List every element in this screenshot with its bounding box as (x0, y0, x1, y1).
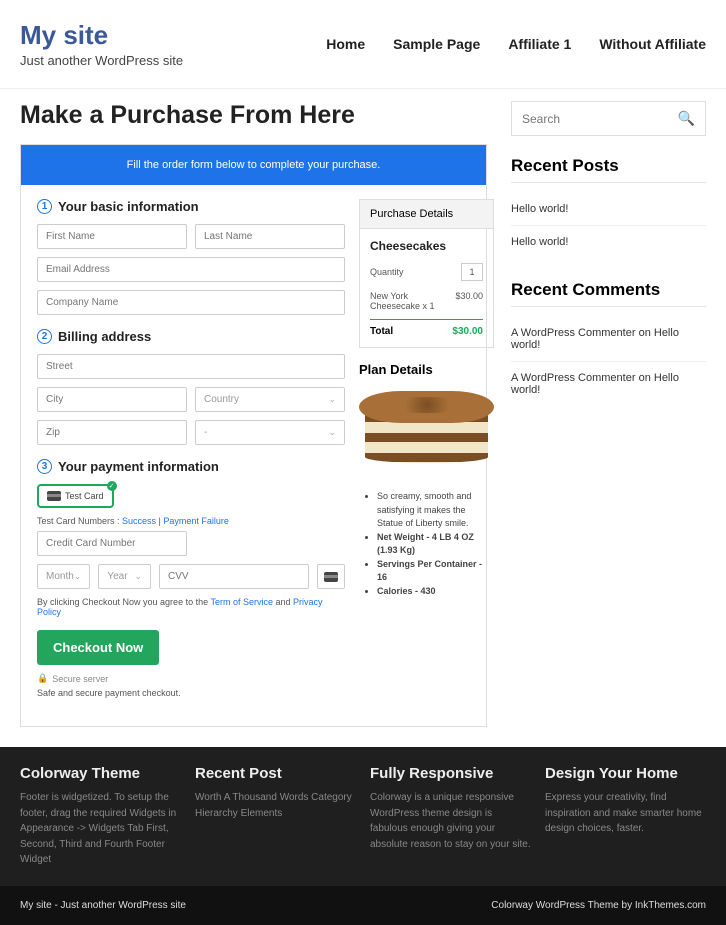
test-success-link[interactable]: Success (122, 516, 156, 526)
zip-input[interactable] (37, 420, 187, 445)
footer-widget-title: Fully Responsive (370, 765, 531, 782)
test-failure-link[interactable]: Payment Failure (163, 516, 229, 526)
recent-posts-heading: Recent Posts (511, 156, 706, 183)
recent-post-link[interactable]: Hello world! (511, 193, 706, 226)
sidebar: 🔍 Recent Posts Hello world! Hello world!… (511, 101, 706, 727)
total-label: Total (370, 326, 393, 337)
recent-comment-item: A WordPress Commenter on Hello world! (511, 362, 706, 406)
plan-bullet: So creamy, smooth and satisfying it make… (377, 490, 494, 531)
primary-nav: Home Sample Page Affiliate 1 Without Aff… (326, 36, 706, 52)
site-header: My site Just another WordPress site Home… (0, 0, 726, 89)
logo-area: My site Just another WordPress site (20, 20, 183, 68)
footer-widget-text: Colorway is a unique responsive WordPres… (370, 790, 531, 852)
page-title: Make a Purchase From Here (20, 101, 487, 130)
order-banner: Fill the order form below to complete yo… (21, 145, 486, 185)
footer-widgets: Colorway Theme Footer is widgetized. To … (0, 747, 726, 886)
credit-card-icon (47, 491, 61, 501)
order-frame: Fill the order form below to complete yo… (20, 144, 487, 727)
terms-text: By clicking Checkout Now you agree to th… (37, 597, 345, 617)
email-input[interactable] (37, 257, 345, 282)
chevron-down-icon: ⌄ (74, 571, 82, 582)
chevron-down-icon: ⌄ (328, 394, 336, 405)
chevron-down-icon: ⌄ (328, 427, 336, 438)
plan-bullet: Servings Per Container - 16 (377, 558, 494, 585)
step-basic-info: 1 Your basic information (37, 199, 345, 315)
footer-widget-text: Worth A Thousand Words Category Hierarch… (195, 790, 356, 821)
safe-payment-label: Safe and secure payment checkout. (37, 688, 345, 698)
step-billing-address: 2 Billing address Country⌄ -⌄ (37, 329, 345, 445)
line-item-name: New York Cheesecake x 1 (370, 291, 455, 311)
card-number-input[interactable] (37, 531, 187, 556)
company-input[interactable] (37, 290, 345, 315)
plan-bullets: So creamy, smooth and satisfying it make… (359, 490, 494, 598)
plan-details-title: Plan Details (359, 362, 494, 377)
line-item-price: $30.00 (455, 291, 483, 311)
search-box[interactable]: 🔍 (511, 101, 706, 136)
lock-icon: 🔒 (37, 673, 48, 684)
step-title: Your payment information (58, 459, 219, 474)
quantity-input[interactable]: 1 (461, 263, 483, 281)
plan-bullet: Net Weight - 4 LB 4 OZ (1.93 Kg) (377, 531, 494, 558)
footer-widget-text: Express your creativity, find inspiratio… (545, 790, 706, 837)
quantity-label: Quantity (370, 267, 404, 277)
step-title: Your basic information (58, 199, 199, 214)
site-tagline: Just another WordPress site (20, 53, 183, 68)
footer-right[interactable]: Colorway WordPress Theme by InkThemes.co… (491, 900, 706, 911)
footer-bar: My site - Just another WordPress site Co… (0, 886, 726, 925)
step-number-icon: 2 (37, 329, 52, 344)
nav-sample-page[interactable]: Sample Page (393, 36, 480, 52)
total-amount: $30.00 (452, 326, 483, 337)
nav-affiliate-1[interactable]: Affiliate 1 (508, 36, 571, 52)
step-number-icon: 3 (37, 459, 52, 474)
plan-bullet: Calories - 430 (377, 585, 494, 599)
nav-without-affiliate[interactable]: Without Affiliate (599, 36, 706, 52)
footer-left: My site - Just another WordPress site (20, 900, 186, 911)
footer-widget-text: Footer is widgetized. To setup the foote… (20, 790, 181, 868)
last-name-input[interactable] (195, 224, 345, 249)
footer-widget-title: Recent Post (195, 765, 356, 782)
purchase-details-card: Purchase Details Cheesecakes Quantity 1 … (359, 199, 494, 348)
city-input[interactable] (37, 387, 187, 412)
first-name-input[interactable] (37, 224, 187, 249)
recent-post-link[interactable]: Hello world! (511, 226, 706, 258)
search-input[interactable] (522, 112, 678, 126)
test-card-help: Test Card Numbers : Success | Payment Fa… (37, 516, 345, 526)
chevron-down-icon: ⌄ (134, 571, 142, 582)
step-title: Billing address (58, 329, 151, 344)
step-payment-info: 3 Your payment information Test Card Tes… (37, 459, 345, 698)
step-number-icon: 1 (37, 199, 52, 214)
recent-comments-heading: Recent Comments (511, 280, 706, 307)
product-name: Cheesecakes (370, 239, 483, 253)
comment-author-link[interactable]: A WordPress Commenter (511, 327, 636, 339)
checkout-button[interactable]: Checkout Now (37, 630, 159, 665)
tos-link[interactable]: Term of Service (210, 597, 273, 607)
card-back-icon (317, 564, 345, 589)
site-title[interactable]: My site (20, 20, 183, 51)
footer-widget-title: Colorway Theme (20, 765, 181, 782)
expiry-year-select[interactable]: Year⌄ (98, 564, 151, 589)
search-icon[interactable]: 🔍 (678, 110, 695, 127)
recent-comment-item: A WordPress Commenter on Hello world! (511, 317, 706, 362)
cvv-input[interactable] (159, 564, 309, 589)
nav-home[interactable]: Home (326, 36, 365, 52)
country-select[interactable]: Country⌄ (195, 387, 345, 412)
secure-server-label: 🔒Secure server (37, 673, 345, 684)
payment-method-card[interactable]: Test Card (37, 484, 114, 508)
product-image (359, 385, 494, 480)
comment-author-link[interactable]: A WordPress Commenter (511, 372, 636, 384)
street-input[interactable] (37, 354, 345, 379)
details-header: Purchase Details (360, 200, 493, 229)
footer-widget-title: Design Your Home (545, 765, 706, 782)
state-select[interactable]: -⌄ (195, 420, 345, 445)
expiry-month-select[interactable]: Month⌄ (37, 564, 90, 589)
